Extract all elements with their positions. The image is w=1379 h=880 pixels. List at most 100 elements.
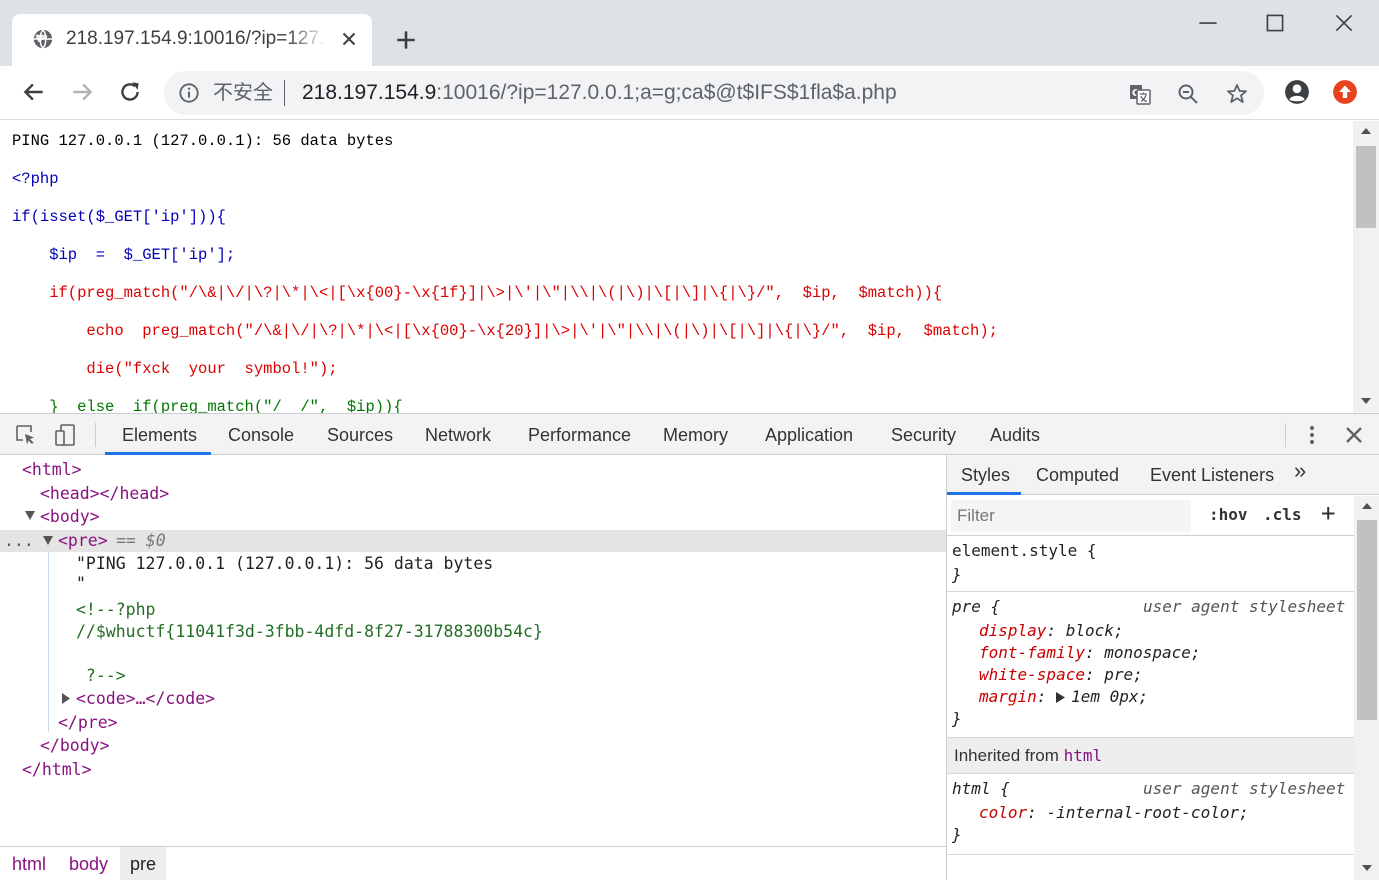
styles-active-indicator — [947, 492, 1021, 495]
hover-state-toggle[interactable]: :hov — [1209, 505, 1248, 524]
styles-scrollbar[interactable] — [1354, 496, 1379, 880]
text-node-quote[interactable]: " — [76, 573, 86, 595]
update-icon[interactable] — [1332, 79, 1358, 105]
expand-pre-triangle-icon[interactable] — [43, 536, 53, 545]
page-scrollbar[interactable] — [1353, 121, 1379, 413]
breadcrumb-pre[interactable]: pre — [120, 847, 167, 880]
info-icon[interactable] — [178, 82, 200, 104]
element-style-selector[interactable]: element.style { — [952, 540, 1097, 562]
tab-console[interactable]: Console — [228, 424, 294, 446]
inspect-element-icon[interactable] — [14, 423, 38, 447]
url-text[interactable]: 218.197.154.9:10016/?ip=127.0.0.1;a=g;ca… — [302, 81, 897, 105]
toolbar-divider-right — [1285, 423, 1286, 447]
url-host: 218.197.154.9 — [302, 81, 437, 104]
reload-icon[interactable] — [117, 79, 143, 105]
pre-style-rule: pre { user agent stylesheet display: blo… — [947, 593, 1354, 738]
dom-breadcrumb: html body pre — [0, 846, 946, 880]
page-line-preg-match-1: if(preg_match("/\&|\/|\?|\*|\<|[\x{00}-\… — [12, 284, 943, 302]
tab-event-listeners[interactable]: Event Listeners — [1150, 464, 1274, 486]
element-style-close-brace: } — [952, 565, 962, 584]
expand-margin-triangle-icon[interactable] — [1056, 692, 1066, 703]
comment-flag[interactable]: //$whuctf{11041f3d-3fbb-4dfd-8f27-317883… — [76, 621, 543, 643]
breadcrumb-html[interactable]: html — [2, 847, 56, 880]
page-line-ping: PING 127.0.0.1 (127.0.0.1): 56 data byte… — [12, 132, 394, 150]
decl-font-family[interactable]: font-family: monospace; — [979, 642, 1201, 664]
node-html-close[interactable]: </html> — [22, 759, 92, 781]
node-html-open[interactable]: <html> — [22, 459, 82, 481]
expand-code-triangle-icon[interactable] — [62, 693, 70, 704]
text-node-ping[interactable]: "PING 127.0.0.1 (127.0.0.1): 56 data byt… — [76, 553, 493, 575]
element-style-rule: element.style { } — [947, 536, 1354, 592]
pre-rule-close-brace: } — [952, 709, 962, 728]
node-body-close[interactable]: </body> — [40, 735, 110, 757]
inherited-tag-link[interactable]: html — [1064, 746, 1103, 765]
maximize-window-button[interactable] — [1262, 10, 1288, 36]
expand-body-triangle-icon[interactable] — [25, 511, 35, 520]
styles-scroll-up-icon[interactable] — [1362, 502, 1372, 510]
profile-avatar-icon[interactable] — [1284, 79, 1310, 105]
page-line-ip-assign: $ip = $_GET['ip']; — [12, 246, 236, 264]
close-devtools-icon[interactable] — [1342, 423, 1366, 447]
class-toggle[interactable]: .cls — [1263, 505, 1302, 524]
comment-php-open[interactable]: <!--?php — [76, 599, 155, 621]
browser-toolbar: 不安全 218.197.154.9:10016/?ip=127.0.0.1;a=… — [0, 66, 1379, 120]
pre-rule-selector[interactable]: pre { — [952, 596, 1000, 618]
styles-sidebar: Styles Computed Event Listeners » Filter… — [946, 455, 1379, 880]
tab-performance[interactable]: Performance — [528, 424, 631, 446]
page-line-echo-preg: echo preg_match("/\&|\/|\?|\*|\<|[\x{00}… — [12, 322, 998, 340]
tab-sources[interactable]: Sources — [327, 424, 393, 446]
node-pre-open[interactable]: <pre> — [58, 530, 108, 552]
decl-white-space[interactable]: white-space: pre; — [979, 664, 1143, 686]
close-window-button[interactable] — [1331, 10, 1357, 36]
tab-application[interactable]: Application — [765, 424, 853, 446]
comment-php-close[interactable]: ?--> — [76, 665, 126, 687]
node-pre-close[interactable]: </pre> — [58, 712, 118, 734]
tab-security[interactable]: Security — [891, 424, 956, 446]
styles-scroll-thumb[interactable] — [1357, 520, 1377, 720]
browser-tab[interactable]: 218.197.154.9:10016/?ip=127.0.0.1;a=g;ca… — [12, 14, 372, 66]
inherited-label: Inherited from — [954, 746, 1059, 765]
breadcrumb-body[interactable]: body — [59, 847, 118, 880]
back-arrow-icon[interactable] — [21, 79, 47, 105]
node-actions-ellipsis[interactable]: ... — [4, 530, 34, 552]
toolbar-divider — [95, 423, 96, 447]
node-code[interactable]: <code>…</code> — [76, 688, 215, 710]
tab-memory[interactable]: Memory — [663, 424, 728, 446]
more-tabs-chevron-icon[interactable]: » — [1294, 460, 1306, 482]
node-head[interactable]: <head></head> — [40, 483, 169, 505]
scroll-down-arrow-icon[interactable] — [1361, 397, 1371, 405]
scroll-up-arrow-icon[interactable] — [1361, 127, 1371, 135]
translate-icon[interactable]: G — [1128, 82, 1152, 106]
new-style-rule-button[interactable]: + — [1321, 499, 1335, 527]
page-line-if-isset: if(isset($_GET['ip'])){ — [12, 208, 226, 226]
tab-elements[interactable]: Elements — [122, 424, 197, 446]
tab-computed[interactable]: Computed — [1036, 464, 1119, 486]
tab-styles[interactable]: Styles — [961, 464, 1010, 486]
minimize-window-button[interactable] — [1195, 10, 1221, 36]
page-scroll-thumb[interactable] — [1356, 146, 1376, 228]
styles-filter-input[interactable]: Filter — [951, 500, 1191, 532]
elements-panel: <html> <head></head> <body> ... <pre> ==… — [0, 455, 946, 846]
styles-tabs: Styles Computed Event Listeners » — [947, 455, 1379, 495]
forward-arrow-icon[interactable] — [69, 79, 95, 105]
zoom-icon[interactable] — [1176, 82, 1200, 106]
device-toolbar-icon[interactable] — [54, 423, 78, 447]
node-body-open[interactable]: <body> — [40, 506, 100, 528]
globe-icon — [33, 29, 53, 49]
tab-network[interactable]: Network — [425, 424, 491, 446]
address-separator — [284, 80, 285, 106]
bookmark-star-icon[interactable] — [1225, 82, 1249, 106]
new-tab-button[interactable] — [393, 27, 419, 53]
tab-audits[interactable]: Audits — [990, 424, 1040, 446]
decl-color[interactable]: color: -internal-root-color; — [979, 802, 1249, 824]
styles-scroll-down-icon[interactable] — [1362, 864, 1372, 872]
address-bar[interactable]: 不安全 218.197.154.9:10016/?ip=127.0.0.1;a=… — [164, 71, 1264, 115]
indent-guide — [48, 552, 49, 732]
security-label[interactable]: 不安全 — [213, 82, 273, 104]
close-tab-icon[interactable] — [338, 28, 360, 50]
decl-margin[interactable]: margin: 1em 0px; — [979, 686, 1148, 708]
decl-display[interactable]: display: block; — [979, 620, 1124, 642]
more-options-icon[interactable] — [1300, 423, 1324, 447]
html-style-rule: html { user agent stylesheet color: -int… — [947, 775, 1354, 855]
html-rule-selector[interactable]: html { — [952, 778, 1010, 800]
